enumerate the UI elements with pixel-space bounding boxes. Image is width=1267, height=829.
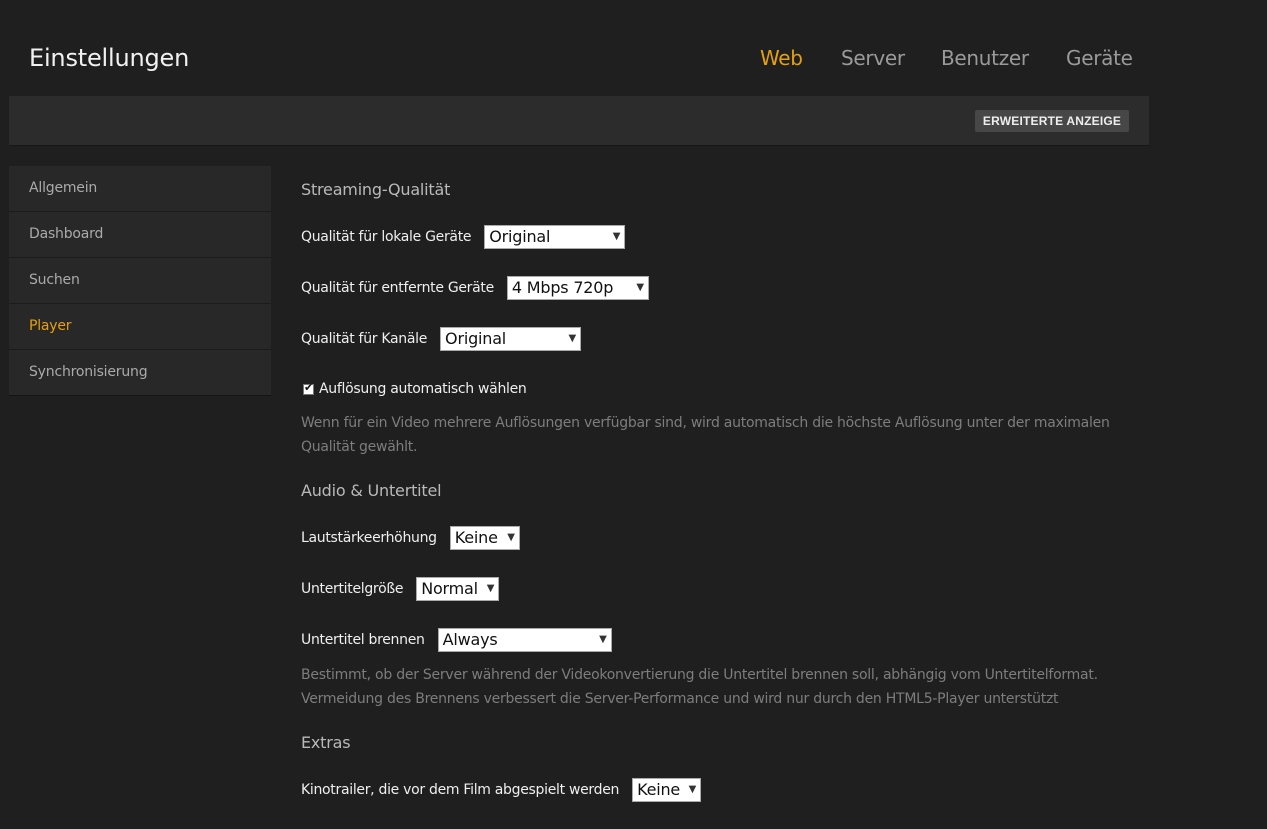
tab-server[interactable]: Server [841, 44, 905, 72]
streaming-quality-heading: Streaming-Qualität [301, 180, 451, 199]
settings-toolbar: ERWEITERTE ANZEIGE [9, 96, 1149, 146]
volume-boost-select[interactable]: Keine ▼ [449, 526, 520, 550]
remote-quality-row: Qualität für entfernte Geräte 4 Mbps 720… [301, 275, 649, 301]
trailers-label: Kinotrailer, die vor dem Film abgespielt… [301, 782, 620, 798]
channel-quality-row: Qualität für Kanäle Original ▼ [301, 326, 582, 352]
burn-subtitles-row: Untertitel brennen Always ▼ [301, 627, 612, 653]
trailers-select[interactable]: Keine ▼ [632, 778, 702, 802]
chevron-down-icon: ▼ [688, 784, 697, 795]
chevron-down-icon: ▼ [568, 333, 577, 344]
sidebar-item-search[interactable]: Suchen [9, 258, 271, 304]
local-quality-select[interactable]: Original ▼ [484, 225, 626, 249]
channel-quality-select[interactable]: Original ▼ [440, 327, 582, 351]
remote-quality-select[interactable]: 4 Mbps 720p ▼ [506, 276, 649, 300]
extras-heading: Extras [301, 733, 351, 752]
sidebar-item-player[interactable]: Player [9, 304, 271, 350]
chevron-down-icon: ▼ [612, 231, 621, 242]
sidebar-item-sync[interactable]: Synchronisierung [9, 350, 271, 395]
auto-resolution-row: ✔ Auflösung automatisch wählen [301, 379, 527, 399]
remote-quality-value: 4 Mbps 720p [511, 278, 614, 297]
tab-devices[interactable]: Geräte [1066, 44, 1133, 72]
burn-subtitles-select[interactable]: Always ▼ [437, 628, 612, 652]
burn-subtitles-value: Always [442, 630, 498, 649]
tab-users[interactable]: Benutzer [941, 44, 1029, 72]
subtitle-size-label: Untertitelgröße [301, 581, 404, 597]
sidebar-item-dashboard[interactable]: Dashboard [9, 212, 271, 258]
trailers-value: Keine [637, 780, 681, 799]
channel-quality-label: Qualität für Kanäle [301, 331, 428, 347]
check-icon: ✔ [304, 380, 314, 394]
auto-resolution-label: Auflösung automatisch wählen [319, 381, 527, 397]
audio-subtitle-heading: Audio & Untertitel [301, 481, 442, 500]
burn-subtitles-help: Bestimmt, ob der Server während der Vide… [301, 667, 1098, 707]
channel-quality-value: Original [445, 329, 507, 348]
volume-boost-label: Lautstärkeerhöhung [301, 530, 437, 546]
subtitle-size-value: Normal [421, 579, 478, 598]
local-quality-row: Qualität für lokale Geräte Original ▼ [301, 224, 626, 250]
volume-boost-value: Keine [454, 528, 498, 547]
local-quality-label: Qualität für lokale Geräte [301, 229, 472, 245]
advanced-view-button[interactable]: ERWEITERTE ANZEIGE [975, 110, 1129, 132]
sidebar-item-general[interactable]: Allgemein [9, 166, 271, 212]
chevron-down-icon: ▼ [486, 583, 495, 594]
auto-resolution-help: Wenn für ein Video mehrere Auflösungen v… [301, 415, 1110, 455]
chevron-down-icon: ▼ [507, 532, 515, 543]
trailers-row: Kinotrailer, die vor dem Film abgespielt… [301, 777, 702, 803]
tab-web[interactable]: Web [760, 44, 803, 72]
volume-boost-row: Lautstärkeerhöhung Keine ▼ [301, 525, 520, 551]
chevron-down-icon: ▼ [636, 282, 644, 293]
subtitle-size-select[interactable]: Normal ▼ [416, 577, 500, 601]
top-nav: Web Server Benutzer Geräte [0, 44, 1267, 74]
burn-subtitles-label: Untertitel brennen [301, 632, 425, 648]
remote-quality-label: Qualität für entfernte Geräte [301, 280, 494, 296]
subtitle-size-row: Untertitelgröße Normal ▼ [301, 576, 500, 602]
local-quality-value: Original [489, 227, 551, 246]
settings-sidebar: Allgemein Dashboard Suchen Player Synchr… [9, 166, 271, 396]
auto-resolution-checkbox[interactable]: ✔ [303, 380, 314, 395]
chevron-down-icon: ▼ [599, 634, 607, 645]
